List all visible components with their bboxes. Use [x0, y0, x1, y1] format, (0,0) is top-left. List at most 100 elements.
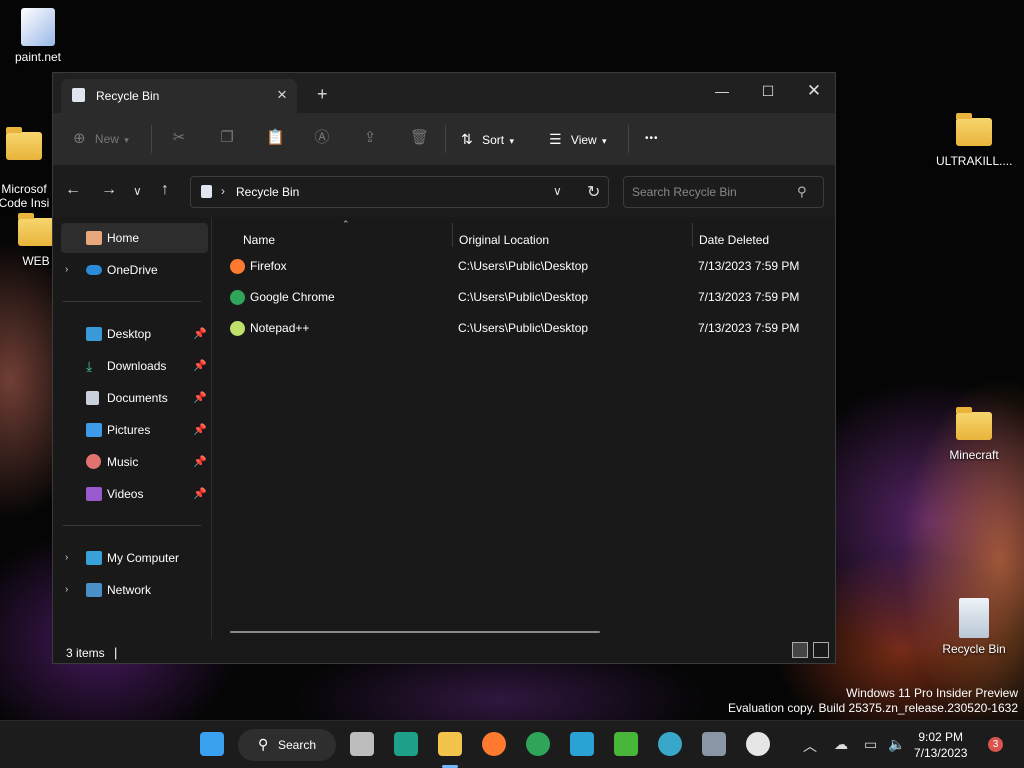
paste-icon[interactable]: 📋 [266, 129, 285, 147]
new-button[interactable]: ⊕ New ▾ [73, 127, 129, 151]
delete-icon[interactable]: 🗑 [410, 129, 429, 147]
share-icon[interactable]: ⇪ [362, 129, 378, 147]
taskbar-search[interactable]: ⚲ Search [238, 729, 336, 761]
copy-icon[interactable]: ❐ [219, 129, 235, 147]
os-watermark: Windows 11 Pro Insider Preview Evaluatio… [728, 686, 1018, 716]
file-row[interactable]: Google Chrome C:\Users\Public\Desktop 7/13… [228, 282, 828, 312]
sidebar-item-documents[interactable]: Documents 📌 [61, 383, 208, 413]
file-date-deleted: 7/13/2023 7:59 PM [698, 290, 800, 304]
network-icon [86, 583, 102, 597]
file-list: ⌃ Name Original Location Date Deleted Fi… [212, 217, 835, 639]
search-box[interactable]: Search Recycle Bin ⚲ [623, 176, 824, 208]
edge-icon[interactable] [658, 732, 682, 756]
watermark-line: Windows 11 Pro Insider Preview [846, 686, 1018, 700]
close-tab-icon[interactable]: × [277, 85, 287, 105]
view-button[interactable]: ☰ View ▾ [549, 127, 607, 151]
pin-icon: 📌 [193, 424, 207, 436]
notification-badge[interactable]: 3 [988, 737, 1003, 752]
expand-chevron-icon[interactable]: › [65, 543, 68, 573]
minecraft-launcher-icon[interactable] [614, 732, 638, 756]
pin-icon: 📌 [193, 456, 207, 468]
chevron-down-icon[interactable]: ∨ [553, 184, 562, 198]
sidebar-item-label: OneDrive [107, 263, 158, 277]
expand-chevron-icon[interactable]: › [65, 255, 68, 285]
sidebar-item-downloads[interactable]: ⤓ Downloads 📌 [61, 351, 208, 381]
back-arrow-icon[interactable]: ← [65, 181, 81, 199]
sidebar-item-label: Home [107, 231, 140, 245]
desktop-icon-recycle-bin[interactable]: Recycle Bin [936, 598, 1012, 656]
desktop-icon-label: paint.net [14, 50, 62, 64]
file-row[interactable]: Notepad++ C:\Users\Public\Desktop 7/13/202… [228, 313, 828, 343]
volume-icon[interactable]: 🔈 [888, 736, 905, 753]
new-label: New [94, 132, 119, 146]
cut-icon[interactable]: ✂ [171, 129, 187, 147]
close-window-button[interactable]: ✕ [791, 77, 837, 105]
camera-icon[interactable] [702, 732, 726, 756]
sidebar-item-desktop[interactable]: Desktop 📌 [61, 319, 208, 349]
up-arrow-icon[interactable]: ↑ [161, 181, 169, 199]
firefox-icon[interactable] [482, 732, 506, 756]
column-header-original-location[interactable]: Original Location [459, 233, 549, 247]
file-row[interactable]: Firefox C:\Users\Public\Desktop 7/13/2023 … [228, 251, 828, 281]
address-bar[interactable]: › Recycle Bin ∨ ↻ [190, 176, 609, 208]
sidebar-item-pictures[interactable]: Pictures 📌 [61, 415, 208, 445]
sidebar-item-label: Pictures [107, 423, 151, 437]
folder-icon [954, 110, 994, 150]
desktop-icon-ultrakill[interactable]: ULTRAKILL.... [936, 110, 1012, 168]
clock-app-icon[interactable] [746, 732, 770, 756]
computer-icon [86, 551, 102, 565]
sidebar-item-my-computer[interactable]: › My Computer [61, 543, 208, 573]
sort-up-icon: ⌃ [342, 219, 350, 229]
network-tray-icon[interactable]: ☁ [834, 736, 848, 753]
file-date-deleted: 7/13/2023 7:59 PM [698, 321, 800, 335]
recycle-bin-icon [959, 598, 989, 638]
toolbar-divider [445, 125, 446, 153]
clock-date: 7/13/2023 [914, 746, 968, 760]
details-view-icon[interactable] [792, 642, 808, 658]
paintnet-icon [21, 8, 55, 46]
desktop-icon-minecraft[interactable]: Minecraft [936, 404, 1012, 462]
desktop-icon-label: Recycle Bin [942, 642, 1006, 656]
desktop-icon-paintnet[interactable]: paint.net [0, 8, 76, 64]
sidebar-item-music[interactable]: Music 📌 [61, 447, 208, 477]
system-clock[interactable]: 9:02 PM 7/13/2023 [914, 729, 967, 761]
chrome-icon[interactable] [526, 732, 550, 756]
toolbar-divider [628, 125, 629, 153]
sidebar-item-videos[interactable]: Videos 📌 [61, 479, 208, 509]
task-view-icon[interactable] [350, 732, 374, 756]
breadcrumb-recycle-bin[interactable]: Recycle Bin [236, 185, 299, 199]
view-label: View [570, 133, 597, 147]
display-tray-icon[interactable]: ▭ [864, 736, 877, 753]
sidebar-item-network[interactable]: › Network [61, 575, 208, 605]
rename-icon[interactable]: Ⓐ [314, 129, 330, 147]
expand-chevron-icon[interactable]: › [65, 575, 68, 605]
maximize-button[interactable]: ☐ [745, 77, 791, 105]
tab-recycle-bin[interactable]: Recycle Bin × [61, 79, 297, 113]
refresh-icon[interactable]: ↻ [587, 182, 600, 202]
navigation-bar: ← → ∨ ↑ › Recycle Bin ∨ ↻ Search Recycle… [53, 165, 835, 217]
recent-chevron-icon[interactable]: ∨ [133, 184, 142, 198]
sort-button[interactable]: ⇅ Sort ▾ [461, 127, 514, 151]
forward-arrow-icon[interactable]: → [101, 181, 117, 199]
column-header-date-deleted[interactable]: Date Deleted [699, 233, 769, 247]
sidebar-item-label: Documents [107, 391, 168, 405]
app-cube-icon[interactable] [570, 732, 594, 756]
sidebar-divider [63, 525, 201, 526]
column-separator[interactable] [452, 223, 453, 247]
column-header-name[interactable]: Name [243, 233, 275, 247]
file-explorer-icon[interactable] [438, 732, 462, 756]
column-separator[interactable] [692, 223, 693, 247]
show-hidden-icons-icon[interactable]: ︿ [803, 736, 817, 756]
new-tab-button[interactable]: + [317, 84, 328, 105]
sidebar-item-onedrive[interactable]: › OneDrive [61, 255, 208, 285]
tiles-view-icon[interactable] [813, 642, 829, 658]
vscode-insiders-icon[interactable] [394, 732, 418, 756]
chevron-down-icon: ▾ [602, 136, 607, 146]
plus-circle-icon: ⊕ [73, 130, 86, 147]
sidebar-item-home[interactable]: Home [61, 223, 208, 253]
minimize-button[interactable]: — [699, 77, 745, 105]
start-icon[interactable] [200, 732, 224, 756]
see-more-button[interactable]: ••• [645, 127, 659, 151]
document-icon [86, 391, 99, 405]
horizontal-scrollbar[interactable] [230, 631, 600, 633]
